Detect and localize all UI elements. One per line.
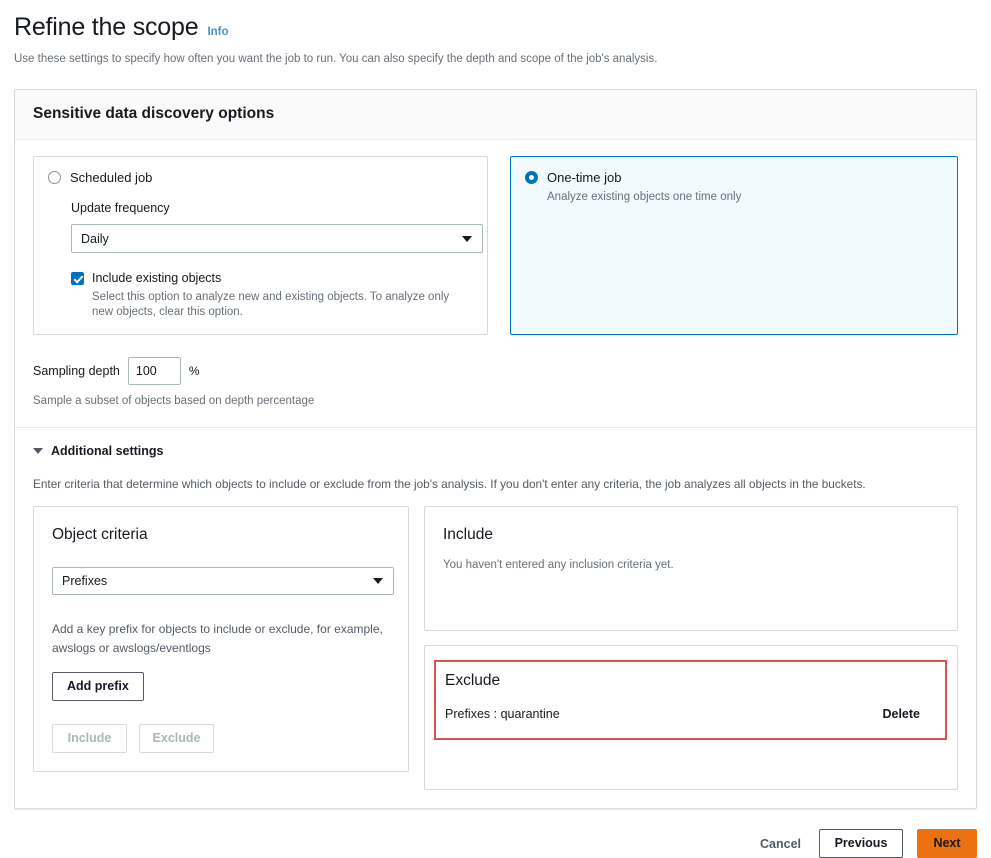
previous-button[interactable]: Previous <box>819 829 903 858</box>
delete-exclude-criteria-link[interactable]: Delete <box>882 707 920 721</box>
next-button[interactable]: Next <box>917 829 977 858</box>
sampling-depth-hint: Sample a subset of objects based on dept… <box>33 395 315 407</box>
include-existing-objects-text: Include existing objects Select this opt… <box>92 270 473 320</box>
one-time-job-label: One-time job <box>547 170 622 185</box>
include-panel-title: Include <box>443 526 493 543</box>
include-exclude-button-group: Include Exclude <box>52 724 392 753</box>
prefix-hint-text: Add a key prefix for objects to include … <box>52 622 383 655</box>
exclude-criteria-panel: Exclude Prefixes : quarantine Delete <box>424 645 958 790</box>
exclude-button[interactable]: Exclude <box>139 724 214 753</box>
exclude-criteria-row: Prefixes : quarantine Delete <box>445 707 934 721</box>
add-prefix-button[interactable]: Add prefix <box>52 672 144 701</box>
sampling-depth-unit: % <box>188 364 200 378</box>
page-subtitle: Use these settings to specify how often … <box>14 53 658 65</box>
caret-down-icon <box>33 448 43 454</box>
include-criteria-panel: Include You haven't entered any inclusio… <box>424 506 958 631</box>
include-existing-objects-desc: Select this option to analyze new and ex… <box>92 291 450 318</box>
include-existing-objects-row: Include existing objects Select this opt… <box>48 270 473 320</box>
include-button[interactable]: Include <box>52 724 127 753</box>
one-time-job-text: One-time job Analyze existing objects on… <box>547 169 741 205</box>
radio-one-time-job[interactable] <box>525 171 538 184</box>
criteria-type-value: Prefixes <box>62 574 108 588</box>
update-frequency-select[interactable]: Daily <box>71 224 483 253</box>
sampling-depth-input[interactable] <box>127 357 181 385</box>
criteria-results-column: Include You haven't entered any inclusio… <box>424 506 958 790</box>
criteria-intro-text: Enter criteria that determine which obje… <box>33 477 866 491</box>
tile-one-time-job[interactable]: One-time job Analyze existing objects on… <box>510 156 958 335</box>
sampling-depth-label: Sampling depth <box>33 364 120 378</box>
card-header-title: Sensitive data discovery options <box>33 105 275 122</box>
one-time-job-desc: Analyze existing objects one time only <box>547 191 742 203</box>
scheduled-job-label: Scheduled job <box>70 170 153 185</box>
cancel-button[interactable]: Cancel <box>756 837 805 851</box>
discovery-options-section: Scheduled job Update frequency Daily Inc… <box>15 140 976 427</box>
criteria-grid: Object criteria Prefixes Add a key prefi… <box>33 506 958 790</box>
one-time-job-head: One-time job Analyze existing objects on… <box>525 169 943 205</box>
object-criteria-title: Object criteria <box>52 526 148 543</box>
page-header: Refine the scope Info Use these settings… <box>14 0 977 67</box>
checkbox-include-existing-objects[interactable] <box>71 272 84 285</box>
page-title: Refine the scope <box>14 13 199 41</box>
update-frequency-field: Update frequency Daily <box>48 200 483 253</box>
chevron-down-icon <box>462 235 472 242</box>
radio-scheduled-job[interactable] <box>48 171 61 184</box>
tile-scheduled-job[interactable]: Scheduled job Update frequency Daily Inc… <box>33 156 488 335</box>
chevron-down-icon <box>373 578 383 584</box>
additional-settings-label: Additional settings <box>51 444 164 458</box>
wizard-footer: Cancel Previous Next <box>14 829 977 858</box>
sampling-depth-row: Sampling depth % <box>33 357 958 385</box>
criteria-type-select[interactable]: Prefixes <box>52 567 394 595</box>
update-frequency-label: Update frequency <box>71 201 170 215</box>
job-type-tiles: Scheduled job Update frequency Daily Inc… <box>33 156 958 335</box>
scheduled-job-head: Scheduled job <box>48 169 473 186</box>
exclude-criteria-text: Prefixes : quarantine <box>445 707 560 721</box>
include-panel-empty-text: You haven't entered any inclusion criter… <box>443 559 674 571</box>
exclude-panel-title: Exclude <box>445 672 501 689</box>
additional-settings-expander[interactable]: Additional settings <box>33 444 958 458</box>
card-header: Sensitive data discovery options <box>15 90 976 140</box>
exclude-highlight-box: Exclude Prefixes : quarantine Delete <box>434 660 947 740</box>
sensitive-data-discovery-card: Sensitive data discovery options Schedul… <box>14 89 977 809</box>
additional-settings-section: Additional settings Enter criteria that … <box>15 428 976 808</box>
object-criteria-panel: Object criteria Prefixes Add a key prefi… <box>33 506 409 772</box>
info-link[interactable]: Info <box>207 26 228 38</box>
include-existing-objects-label: Include existing objects <box>92 271 222 285</box>
refine-scope-page: Refine the scope Info Use these settings… <box>0 0 991 858</box>
update-frequency-value: Daily <box>81 231 109 246</box>
page-title-row: Refine the scope Info <box>14 12 977 42</box>
